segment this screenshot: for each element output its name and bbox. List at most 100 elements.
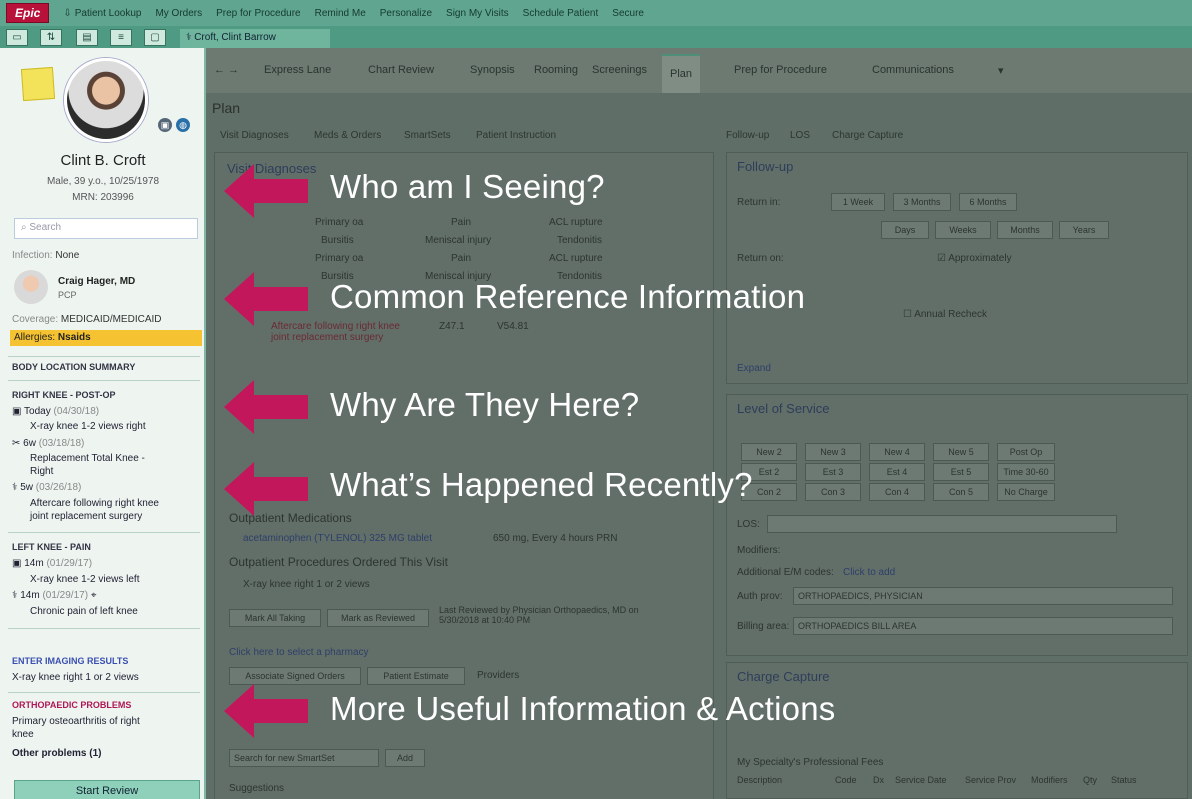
return-3-months-button[interactable]: 3 Months: [893, 193, 951, 211]
right-knee-header[interactable]: RIGHT KNEE - POST-OP: [12, 390, 116, 400]
tab-chart-review[interactable]: Chart Review: [368, 64, 434, 76]
dx-option[interactable]: ACL rupture: [549, 217, 603, 228]
subtab-charge-capture[interactable]: Charge Capture: [832, 130, 903, 141]
globe-icon[interactable]: ◍: [176, 118, 190, 132]
return-1-week-button[interactable]: 1 Week: [831, 193, 885, 211]
approximately-checkbox[interactable]: ☑ Approximately: [937, 253, 1012, 264]
los-code[interactable]: Con 4: [869, 483, 925, 501]
tab-communications[interactable]: Communications: [872, 64, 954, 76]
dx-option[interactable]: Primary oa: [315, 217, 363, 228]
ortho-problem-item[interactable]: Primary osteoarthritis of right: [12, 716, 140, 727]
patient-lookup-button[interactable]: ⇩ Patient Lookup: [63, 8, 141, 19]
procedure-line[interactable]: X-ray knee right 1 or 2 views: [243, 579, 370, 590]
card-icon[interactable]: ▣: [158, 118, 172, 132]
click-to-add-link[interactable]: Click to add: [843, 567, 895, 578]
sort-icon[interactable]: ⇅: [40, 29, 62, 46]
los-code[interactable]: New 4: [869, 443, 925, 461]
sticky-note-icon[interactable]: [20, 66, 56, 102]
dx-option[interactable]: ACL rupture: [549, 253, 603, 264]
inbox-icon[interactable]: ▤: [76, 29, 98, 46]
prep-for-procedure-button[interactable]: Prep for Procedure: [216, 8, 301, 19]
secure-button[interactable]: Secure: [612, 8, 644, 19]
epic-menu-button[interactable]: Epic: [6, 3, 50, 23]
los-code[interactable]: Est 4: [869, 463, 925, 481]
mark-as-reviewed-button[interactable]: Mark as Reviewed: [327, 609, 429, 627]
back-icon[interactable]: ← →: [214, 64, 239, 76]
subtab-los[interactable]: LOS: [790, 130, 810, 141]
los-code[interactable]: No Charge: [997, 483, 1055, 501]
subtab-visit-diagnoses[interactable]: Visit Diagnoses: [220, 130, 289, 141]
los-code[interactable]: Con 3: [805, 483, 861, 501]
associate-signed-orders-button[interactable]: Associate Signed Orders: [229, 667, 361, 685]
dx-option[interactable]: Pain: [451, 217, 471, 228]
pcp-name[interactable]: Craig Hager, MD: [58, 276, 135, 287]
left-knee-event-1[interactable]: ▣ 14m (01/29/17): [12, 558, 92, 569]
list-icon[interactable]: ≡: [110, 29, 132, 46]
window-icon[interactable]: ▢: [144, 29, 166, 46]
unit-years-button[interactable]: Years: [1059, 221, 1109, 239]
sign-my-visits-button[interactable]: Sign My Visits: [446, 8, 509, 19]
unit-days-button[interactable]: Days: [881, 221, 929, 239]
calendar-icon[interactable]: ▭: [6, 29, 28, 46]
dx-option[interactable]: Bursitis: [321, 235, 354, 246]
subtab-follow-up[interactable]: Follow-up: [726, 130, 769, 141]
los-code[interactable]: Post Op: [997, 443, 1055, 461]
personalize-button[interactable]: Personalize: [380, 8, 432, 19]
tab-prep-for-procedure[interactable]: Prep for Procedure: [734, 64, 827, 76]
patient-name[interactable]: Clint B. Croft: [0, 152, 204, 169]
return-6-months-button[interactable]: 6 Months: [959, 193, 1017, 211]
my-orders-button[interactable]: My Orders: [155, 8, 202, 19]
tab-plan[interactable]: Plan: [662, 54, 701, 93]
los-code[interactable]: Est 5: [933, 463, 989, 481]
medication-line[interactable]: acetaminophen (TYLENOL) 325 MG tablet: [243, 533, 432, 544]
schedule-patient-button[interactable]: Schedule Patient: [523, 8, 599, 19]
tab-synopsis[interactable]: Synopsis: [470, 64, 515, 76]
patient-tab[interactable]: ⚕ Croft, Clint Barrow: [180, 29, 330, 48]
left-knee-event-2[interactable]: ⚕ 14m (01/29/17) ⌖: [12, 590, 96, 601]
expand-link[interactable]: Expand: [737, 363, 771, 374]
billing-area-input[interactable]: ORTHOPAEDICS BILL AREA: [793, 617, 1173, 635]
ortho-problems-header[interactable]: ORTHOPAEDIC PROBLEMS: [12, 700, 131, 710]
los-input[interactable]: [767, 515, 1117, 533]
imaging-results-header[interactable]: ENTER IMAGING RESULTS: [12, 656, 128, 666]
smartset-search-input[interactable]: Search for new SmartSet: [229, 749, 379, 767]
add-smartset-button[interactable]: Add: [385, 749, 425, 767]
right-knee-event-3[interactable]: ⚕ 5w (03/26/18): [12, 482, 81, 493]
tab-express-lane[interactable]: Express Lane: [264, 64, 331, 76]
imaging-result-item[interactable]: X-ray knee right 1 or 2 views: [12, 672, 139, 683]
los-code[interactable]: Time 30-60: [997, 463, 1055, 481]
auth-prov-input[interactable]: ORTHOPAEDICS, PHYSICIAN: [793, 587, 1173, 605]
unit-weeks-button[interactable]: Weeks: [935, 221, 991, 239]
right-knee-event-1[interactable]: ▣ Today (04/30/18): [12, 406, 99, 417]
more-tabs-icon[interactable]: ▾: [998, 64, 1004, 77]
coverage[interactable]: Coverage: MEDICAID/MEDICAID: [12, 314, 161, 325]
select-pharmacy-link[interactable]: Click here to select a pharmacy: [229, 647, 369, 658]
patient-estimate-button[interactable]: Patient Estimate: [367, 667, 465, 685]
left-knee-header[interactable]: LEFT KNEE - PAIN: [12, 542, 91, 552]
dx-option[interactable]: Meniscal injury: [425, 235, 491, 246]
providers-button[interactable]: Providers: [477, 670, 519, 681]
subtab-meds-orders[interactable]: Meds & Orders: [314, 130, 381, 141]
body-location-header[interactable]: BODY LOCATION SUMMARY: [12, 362, 135, 372]
los-code[interactable]: Est 3: [805, 463, 861, 481]
los-code[interactable]: New 5: [933, 443, 989, 461]
dx-option[interactable]: Pain: [451, 253, 471, 264]
annual-recheck-checkbox[interactable]: ☐ Annual Recheck: [903, 309, 987, 320]
dx-option[interactable]: Tendonitis: [557, 235, 602, 246]
sidebar-search-input[interactable]: ⌕ Search: [14, 218, 198, 239]
unit-months-button[interactable]: Months: [997, 221, 1053, 239]
subtab-patient-instruction[interactable]: Patient Instruction: [476, 130, 556, 141]
los-code[interactable]: Con 5: [933, 483, 989, 501]
other-problems-link[interactable]: Other problems (1): [12, 748, 101, 759]
tab-screenings[interactable]: Screenings: [592, 64, 647, 76]
dx-option[interactable]: Primary oa: [315, 253, 363, 264]
subtab-smartsets[interactable]: SmartSets: [404, 130, 451, 141]
start-review-button[interactable]: Start Review: [14, 780, 200, 799]
allergies-banner[interactable]: Allergies: Nsaids: [10, 330, 202, 346]
los-code[interactable]: New 2: [741, 443, 797, 461]
los-code[interactable]: New 3: [805, 443, 861, 461]
right-knee-event-2[interactable]: ✂ 6w (03/18/18): [12, 438, 84, 449]
remind-me-button[interactable]: Remind Me: [315, 8, 366, 19]
mark-all-taking-button[interactable]: Mark All Taking: [229, 609, 321, 627]
tab-rooming[interactable]: Rooming: [534, 64, 578, 76]
